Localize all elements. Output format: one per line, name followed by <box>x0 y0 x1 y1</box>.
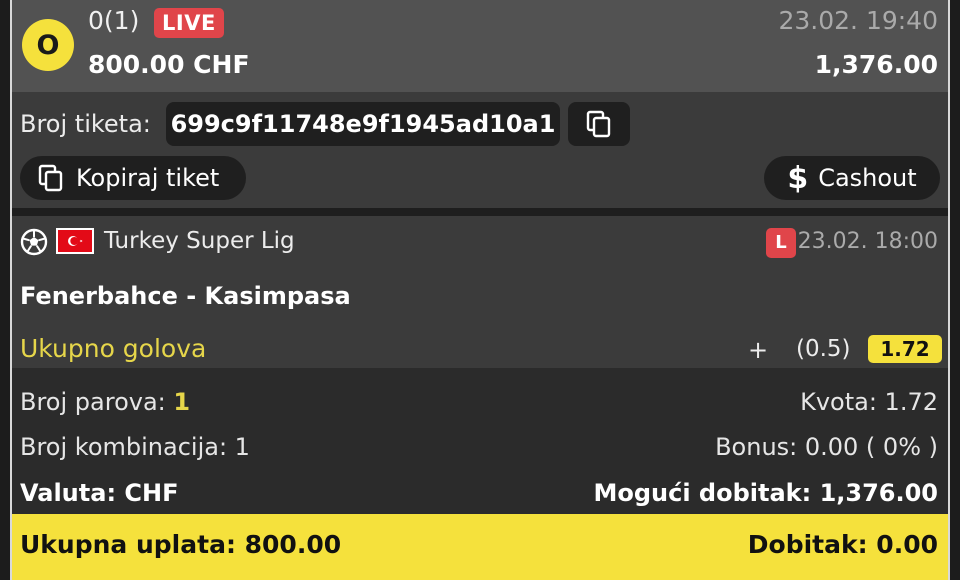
match-row[interactable]: Turkey Super Lig L 23.02. 18:00 Fenerbah… <box>12 216 948 368</box>
divider <box>12 208 948 216</box>
copy-icon <box>586 110 611 138</box>
odd-badge: 1.72 <box>868 335 942 363</box>
copy-ticket-button[interactable]: Kopiraj tiket <box>20 156 246 200</box>
soccer-ball-icon <box>20 228 48 256</box>
summary-row-pairs: Broj parova: 1 Kvota: 1.72 <box>20 388 938 416</box>
pairs-label: Broj parova: <box>20 388 166 416</box>
market-name: Ukupno golova <box>20 334 207 363</box>
ticket-footer: Ukupna uplata: 800.00 Dobitak: 0.00 <box>12 514 948 580</box>
dollar-icon: $ <box>787 160 809 196</box>
ticket-datetime: 23.02. 19:40 <box>778 6 938 35</box>
ticket-id-value[interactable]: 699c9f11748e9f1945ad10a1 <box>166 102 560 146</box>
status-icon: O <box>22 19 74 71</box>
match-teams: Fenerbahce - Kasimpasa <box>20 282 351 310</box>
ticket-info: Broj tiketa: 699c9f11748e9f1945ad10a1 Ko… <box>12 92 948 208</box>
cashout-button[interactable]: $ Cashout <box>764 156 940 200</box>
cashout-label: Cashout <box>818 164 917 192</box>
ticket-summary: Broj parova: 1 Kvota: 1.72 Broj kombinac… <box>12 368 948 514</box>
summary-row-currency: Valuta: CHF Mogući dobitak: 1,376.00 <box>20 479 938 507</box>
stake-amount: 800.00 CHF <box>88 50 250 79</box>
turkey-flag-icon <box>56 228 94 254</box>
pick-line: (0.5) <box>796 336 851 362</box>
copy-ticket-id-button[interactable] <box>568 102 630 146</box>
summary-row-combinations: Broj kombinacija: 1 Bonus: 0.00 ( 0% ) <box>20 433 938 461</box>
possible-win-text: Mogući dobitak: 1,376.00 <box>593 479 938 507</box>
league-name: Turkey Super Lig <box>104 228 295 254</box>
total-stake: Ukupna uplata: 800.00 <box>20 530 342 559</box>
match-count: 0(1) <box>88 6 140 35</box>
copy-icon <box>38 164 63 192</box>
live-badge: LIVE <box>154 8 224 38</box>
pairs-value: 1 <box>173 388 191 416</box>
ticket-id-label: Broj tiketa: <box>20 110 151 138</box>
match-datetime: 23.02. 18:00 <box>797 229 938 254</box>
pick-sign: + <box>748 336 769 364</box>
combinations-text: Broj kombinacija: 1 <box>20 433 250 461</box>
currency-text: Valuta: CHF <box>20 479 179 507</box>
bonus-text: Bonus: 0.00 ( 0% ) <box>715 433 938 461</box>
copy-ticket-label: Kopiraj tiket <box>76 164 220 192</box>
live-status-badge: L <box>766 228 796 258</box>
ticket-card: O 0(1) LIVE 23.02. 19:40 800.00 CHF 1,37… <box>10 0 950 580</box>
ticket-header[interactable]: O 0(1) LIVE 23.02. 19:40 800.00 CHF 1,37… <box>12 0 948 92</box>
potential-win-amount: 1,376.00 <box>814 50 938 79</box>
odds-text: Kvota: 1.72 <box>800 388 938 416</box>
win-amount: Dobitak: 0.00 <box>747 530 938 559</box>
